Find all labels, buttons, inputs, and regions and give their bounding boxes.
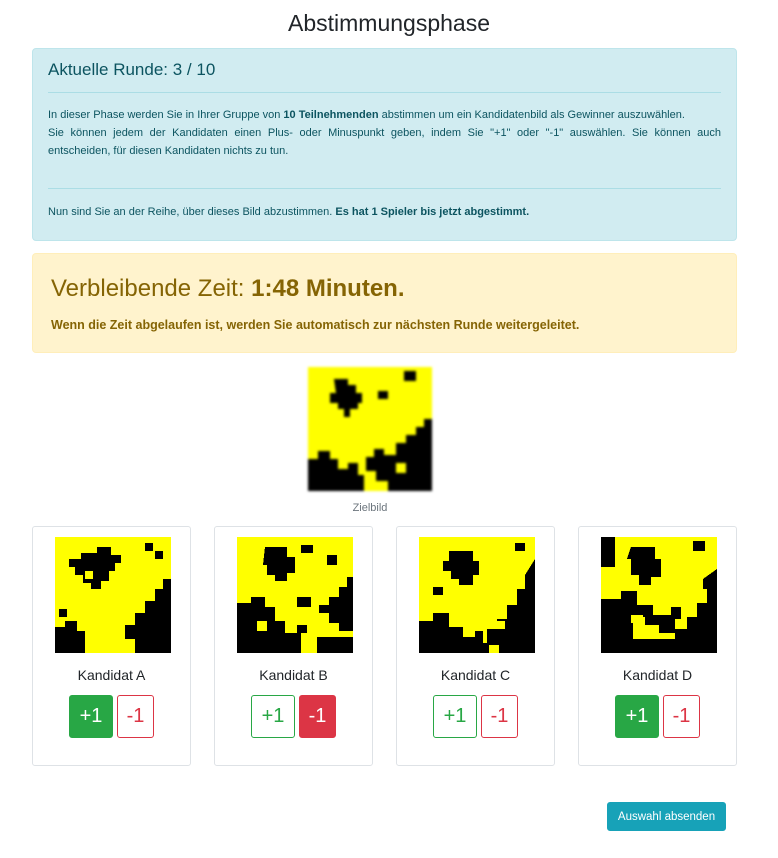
instructions-part-2: abstimmen um ein Kandidatenbild als Gewi… <box>378 109 685 121</box>
candidate-card-d: Kandidat D +1 -1 <box>578 526 737 766</box>
candidate-name-c: Kandidat C <box>440 667 511 683</box>
candidate-card-c: Kandidat C +1 -1 <box>396 526 555 766</box>
divider <box>48 92 721 93</box>
timer-note: Wenn die Zeit abgelaufen ist, werden Sie… <box>51 318 580 332</box>
vote-buttons-c: +1 -1 <box>397 695 554 738</box>
remaining-time-label: Verbleibende Zeit: <box>51 275 252 302</box>
timer-alert: Verbleibende Zeit: 1:48 Minuten. Wenn di… <box>32 253 737 353</box>
divider <box>48 188 721 189</box>
candidate-card-a: Kandidat A +1 -1 <box>32 526 191 766</box>
votes-cast-text: Es hat 1 Spieler bis jetzt abgestimmt. <box>335 206 530 218</box>
turn-status: Nun sind Sie an der Reihe, über dieses B… <box>48 203 721 221</box>
round-heading: Aktuelle Runde: 3 / 10 <box>48 60 216 79</box>
round-info-alert: Aktuelle Runde: 3 / 10 In dieser Phase w… <box>32 48 737 241</box>
candidate-image-b <box>237 537 353 653</box>
target-image <box>308 367 432 491</box>
downvote-button-b[interactable]: -1 <box>299 695 336 738</box>
upvote-button-b[interactable]: +1 <box>251 695 295 738</box>
downvote-button-a[interactable]: -1 <box>117 695 154 738</box>
vote-buttons-a: +1 -1 <box>33 695 190 738</box>
instructions-text: In dieser Phase werden Sie in Ihrer Grup… <box>48 106 721 160</box>
vote-buttons-b: +1 -1 <box>215 695 372 738</box>
instructions-line-2: Sie können jedem der Kandidaten einen Pl… <box>48 127 721 157</box>
upvote-button-d[interactable]: +1 <box>615 695 659 738</box>
candidate-card-b: Kandidat B +1 -1 <box>214 526 373 766</box>
remaining-time: Verbleibende Zeit: 1:48 Minuten. <box>51 275 405 303</box>
upvote-button-a[interactable]: +1 <box>69 695 113 738</box>
downvote-button-d[interactable]: -1 <box>663 695 700 738</box>
remaining-time-value: 1:48 Minuten. <box>251 275 405 302</box>
turn-text: Nun sind Sie an der Reihe, über dieses B… <box>48 206 336 218</box>
submit-button[interactable]: Auswahl absenden <box>607 802 726 831</box>
candidate-name-a: Kandidat A <box>77 667 146 683</box>
page-title: Abstimmungsphase <box>288 10 490 36</box>
instructions-part-1: In dieser Phase werden Sie in Ihrer Grup… <box>48 109 284 121</box>
participant-count: 10 Teilnehmenden <box>283 109 379 121</box>
candidate-image-a <box>55 537 171 653</box>
target-caption: Zielbild <box>352 502 388 514</box>
candidate-image-d <box>601 537 717 653</box>
downvote-button-c[interactable]: -1 <box>481 695 518 738</box>
vote-buttons-d: +1 -1 <box>579 695 736 738</box>
candidate-image-c <box>419 537 535 653</box>
upvote-button-c[interactable]: +1 <box>433 695 477 738</box>
candidate-name-d: Kandidat D <box>622 667 693 683</box>
candidate-name-b: Kandidat B <box>259 667 328 683</box>
